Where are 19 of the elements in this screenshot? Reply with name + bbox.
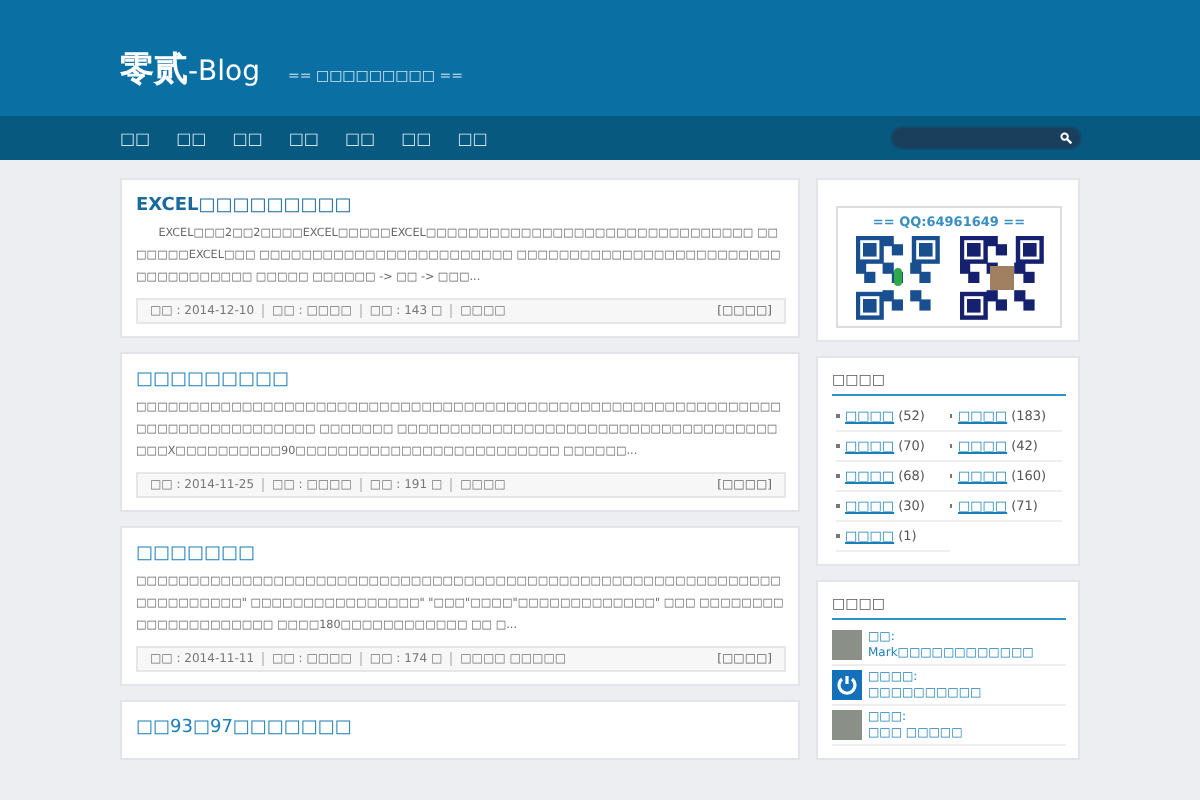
- avatar-placeholder: [832, 630, 862, 660]
- nav-link[interactable]: □□: [401, 129, 432, 147]
- search-field[interactable]: [890, 126, 1082, 150]
- nav-link[interactable]: □□: [120, 129, 151, 147]
- post-title[interactable]: □□□□□□□□□: [136, 370, 786, 390]
- site-logo[interactable]: 零贰-Blog: [120, 46, 260, 92]
- nav-link[interactable]: □□: [232, 129, 263, 147]
- post-title[interactable]: □□□□□□□: [136, 544, 786, 564]
- nav-link[interactable]: □□: [457, 129, 488, 147]
- nav-link[interactable]: □□: [176, 129, 207, 147]
- post-title[interactable]: □□93□97□□□□□□□: [136, 718, 786, 738]
- qr-code-icon: [855, 236, 939, 320]
- avatar-placeholder: [832, 710, 862, 740]
- power-icon: [832, 670, 862, 700]
- post-title[interactable]: EXCEL□□□□□□□□□: [136, 196, 786, 216]
- search-icon[interactable]: [1060, 132, 1072, 144]
- nav-link[interactable]: □□: [288, 129, 319, 147]
- nav-link[interactable]: □□: [345, 129, 376, 147]
- qr-code-icon: [959, 236, 1043, 320]
